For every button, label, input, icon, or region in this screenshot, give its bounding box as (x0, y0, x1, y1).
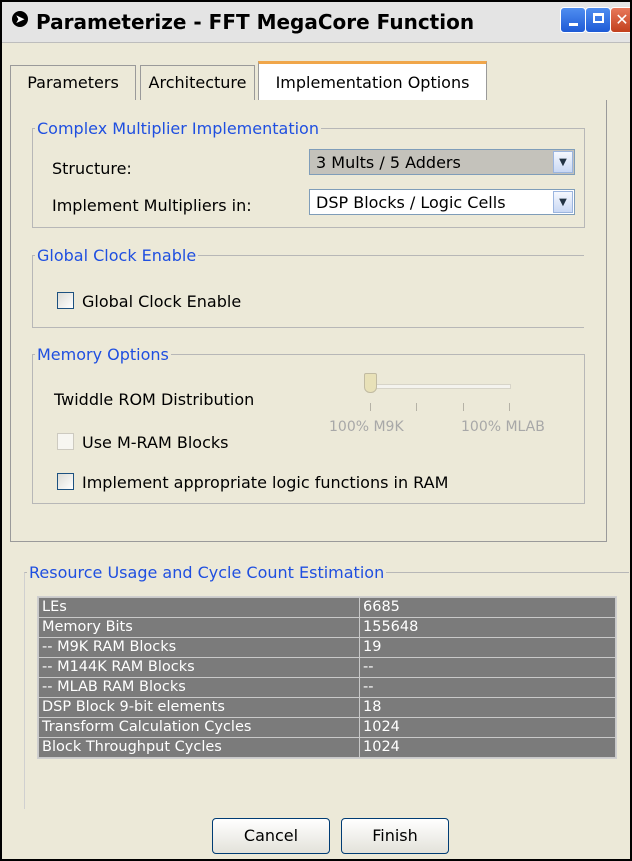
global-clock-enable-label: Global Clock Enable (82, 292, 242, 311)
minimize-icon (568, 23, 578, 26)
use-mram-checkbox[interactable] (57, 433, 74, 450)
twiddle-rom-label: Twiddle ROM Distribution (54, 390, 255, 409)
tab-implementation-options[interactable]: Implementation Options (258, 61, 487, 101)
structure-dropdown[interactable]: 3 Mults / 5 Adders ▼ (309, 149, 575, 175)
global-clock-group: Global Clock Enable (32, 246, 584, 328)
resource-value: 19 (359, 637, 616, 658)
table-row: -- M9K RAM Blocks 19 (38, 637, 616, 658)
resource-table: LEs 6685 Memory Bits 155648 -- M9K RAM Bloc… (37, 596, 617, 759)
resource-name: LEs (38, 597, 360, 618)
resource-value: 1024 (359, 737, 616, 758)
resource-name: Block Throughput Cycles (38, 737, 360, 758)
resource-value: 155648 (359, 617, 616, 638)
logic-in-ram-checkbox[interactable] (57, 473, 74, 490)
resource-value: -- (359, 657, 616, 678)
resource-value: 1024 (359, 717, 616, 738)
implement-multipliers-label: Implement Multipliers in: (52, 196, 252, 215)
resource-name: Memory Bits (38, 617, 360, 638)
resource-name: -- M144K RAM Blocks (38, 657, 360, 678)
slider-tick (416, 403, 417, 411)
structure-value: 3 Mults / 5 Adders (316, 153, 461, 172)
close-button[interactable]: ✕ (610, 7, 630, 33)
table-row: LEs 6685 (38, 597, 616, 618)
twiddle-rom-slider-thumb[interactable] (364, 373, 377, 393)
close-icon: ✕ (615, 10, 629, 29)
window-title: Parameterize - FFT MegaCore Function (36, 10, 475, 34)
chevron-down-icon[interactable]: ▼ (553, 151, 573, 173)
slider-tick (370, 403, 371, 411)
resource-name: Transform Calculation Cycles (38, 717, 360, 738)
resource-name: -- MLAB RAM Blocks (38, 677, 360, 698)
tab-strip: Parameters Architecture Implementation O… (2, 43, 630, 101)
minimize-button[interactable] (560, 7, 586, 33)
slider-tick (509, 403, 510, 411)
cancel-button[interactable]: Cancel (212, 818, 330, 854)
resource-value: 6685 (359, 597, 616, 618)
table-row: -- M144K RAM Blocks -- (38, 657, 616, 678)
chevron-down-icon[interactable]: ▼ (553, 191, 573, 213)
resource-usage-legend: Resource Usage and Cycle Count Estimatio… (29, 563, 385, 582)
slider-max-label: 100% MLAB (461, 419, 545, 435)
resource-table-body: LEs 6685 Memory Bits 155648 -- M9K RAM Bloc… (38, 597, 616, 758)
maximize-button[interactable] (585, 7, 611, 33)
logic-in-ram-label: Implement appropriate logic functions in… (82, 473, 449, 492)
implement-multipliers-dropdown[interactable]: DSP Blocks / Logic Cells ▼ (309, 189, 575, 215)
table-row: Block Throughput Cycles 1024 (38, 737, 616, 758)
slider-tick (463, 403, 464, 411)
structure-label: Structure: (52, 159, 132, 178)
twiddle-rom-slider-track[interactable] (372, 384, 511, 389)
global-clock-legend: Global Clock Enable (37, 246, 197, 265)
table-row: Transform Calculation Cycles 1024 (38, 717, 616, 738)
resource-value: -- (359, 677, 616, 698)
table-row: DSP Block 9-bit elements 18 (38, 697, 616, 718)
tab-parameters[interactable]: Parameters (10, 65, 136, 100)
memory-options-legend: Memory Options (37, 345, 169, 364)
table-row: Memory Bits 155648 (38, 617, 616, 638)
resource-value: 18 (359, 697, 616, 718)
maximize-icon (592, 13, 604, 23)
title-bar[interactable]: ➤ Parameterize - FFT MegaCore Function ✕ (2, 2, 630, 43)
implement-multipliers-value: DSP Blocks / Logic Cells (316, 193, 506, 212)
circled-arrow-icon[interactable]: ➤ (12, 11, 28, 27)
dialog-window: ➤ Parameterize - FFT MegaCore Function ✕… (0, 0, 632, 861)
tab-architecture[interactable]: Architecture (140, 65, 255, 100)
use-mram-label: Use M-RAM Blocks (82, 433, 229, 452)
finish-button[interactable]: Finish (341, 818, 449, 854)
table-row: -- MLAB RAM Blocks -- (38, 677, 616, 698)
resource-name: DSP Block 9-bit elements (38, 697, 360, 718)
complex-multiplier-legend: Complex Multiplier Implementation (37, 119, 319, 138)
global-clock-enable-checkbox[interactable] (57, 292, 74, 309)
slider-min-label: 100% M9K (329, 419, 404, 435)
resource-name: -- M9K RAM Blocks (38, 637, 360, 658)
